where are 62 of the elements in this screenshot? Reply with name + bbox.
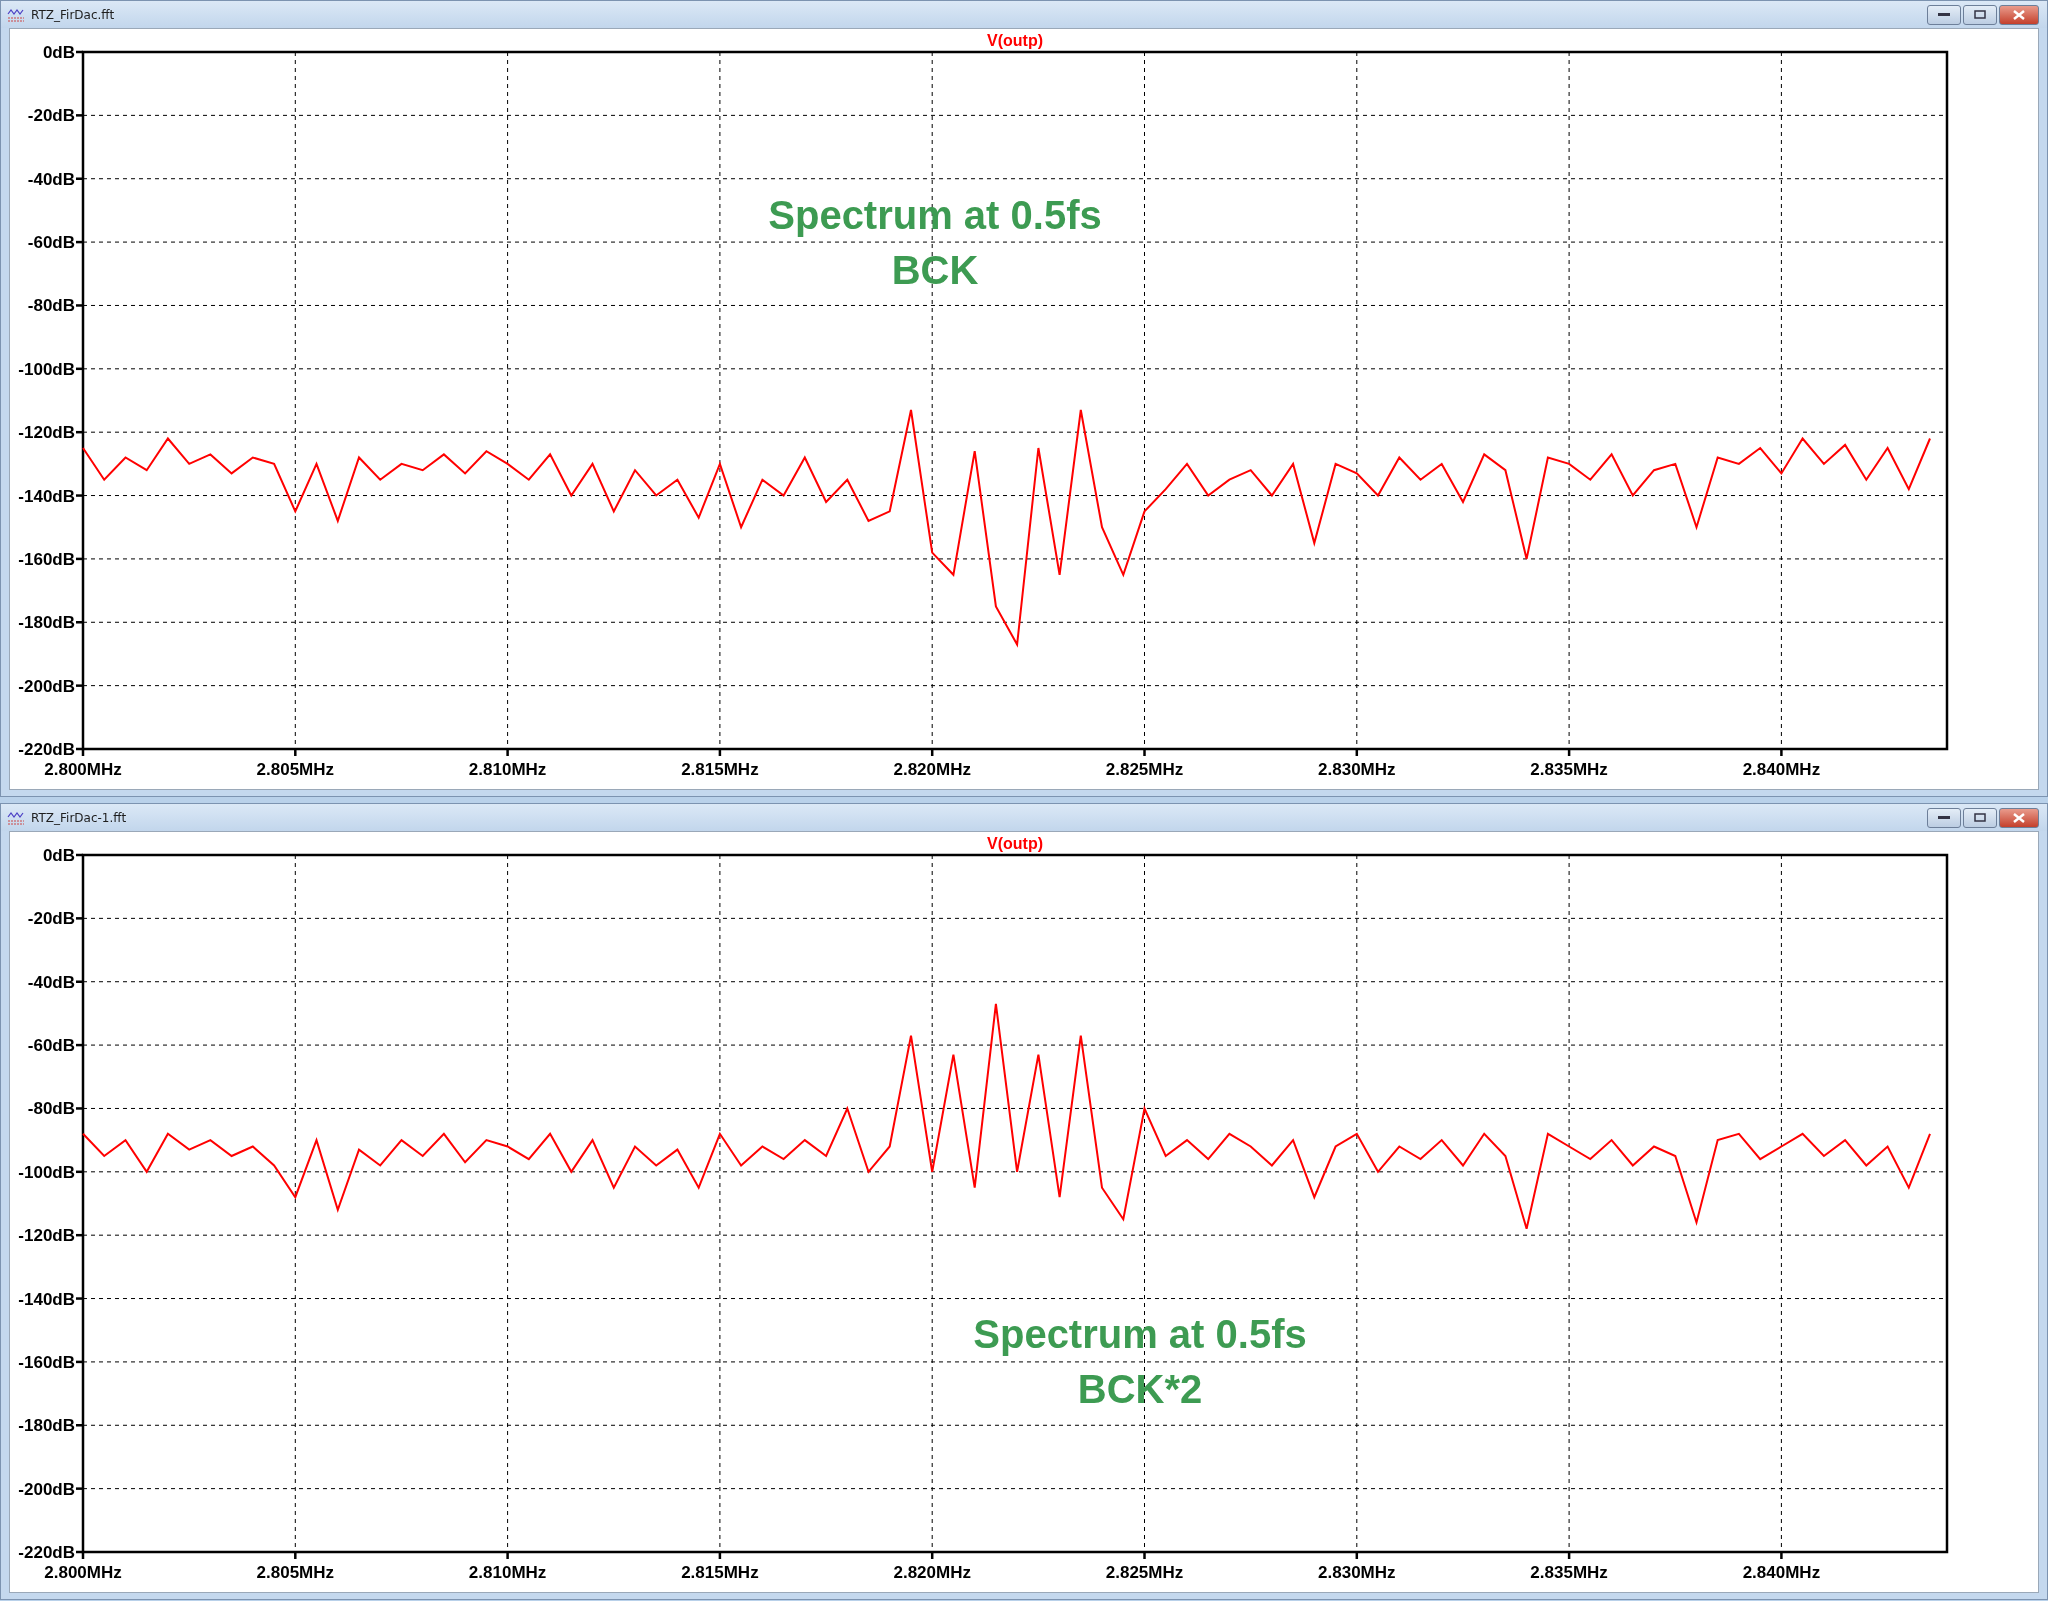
close-icon [2013,9,2025,20]
trace-label: V(outp) [987,835,1043,852]
axis-label: -220dB [18,1543,75,1562]
window-title: RTZ_FirDac.fft [31,7,116,22]
axis-label: -40dB [27,169,75,189]
axis-label: -180dB [18,1416,75,1436]
axis-label: -80dB [27,296,75,316]
maximize-icon [1974,813,1986,822]
axis-label: 2.830MHz [1318,760,1396,779]
axis-label: -60dB [27,1036,75,1056]
axis-label: -40dB [27,972,75,992]
axis-label: -140dB [18,1289,75,1309]
maximize-button[interactable] [1963,4,1997,25]
maximize-icon [1974,10,1986,19]
axis-label: 2.840MHz [1742,1563,1821,1582]
axis-label: 2.815MHz [681,760,759,779]
axis-label: 2.810MHz [468,760,547,779]
axis-label: -200dB [18,1479,75,1499]
axis-label: 2.835MHz [1530,1563,1608,1582]
minimize-button[interactable] [1927,4,1961,25]
axis-label: -220dB [18,740,75,759]
axis-label: -80dB [27,1099,75,1119]
axis-label: -120dB [18,423,75,443]
minimize-icon [1938,12,1950,17]
minimize-button[interactable] [1927,807,1961,828]
minimize-icon [1938,815,1950,820]
axis-label: -160dB [18,1352,75,1372]
annotation-text: BCK [891,248,979,292]
close-icon [2013,812,2025,823]
axis-label: -140dB [18,486,75,506]
axis-label: -120dB [18,1226,75,1246]
axis-label: 2.800MHz [44,1563,122,1582]
axis-label: 2.820MHz [893,1563,971,1582]
trace-label: V(outp) [987,32,1043,49]
close-button[interactable] [1999,4,2039,25]
axis-label: 2.800MHz [44,760,122,779]
close-button[interactable] [1999,807,2039,828]
axis-label: -20dB [27,106,75,126]
window-title: RTZ_FirDac-1.fft [31,810,128,825]
axis-label: 2.825MHz [1105,760,1184,779]
axis-label: 2.820MHz [893,760,971,779]
axis-label: 0dB [42,43,75,62]
axis-label: -20dB [27,909,75,929]
axis-label: -180dB [18,613,75,633]
axis-label: -160dB [18,549,75,569]
axis-label: 2.825MHz [1105,1563,1184,1582]
axis-label: 2.805MHz [256,1563,335,1582]
axis-label: 2.805MHz [256,760,335,779]
axis-label: 2.830MHz [1318,1563,1396,1582]
axis-label: 2.815MHz [681,1563,759,1582]
annotation-text: BCK*2 [1077,1367,1203,1411]
annotation-text: Spectrum at 0.5fs [768,193,1102,237]
axis-label: -200dB [18,676,75,696]
axis-label: 0dB [42,846,75,865]
axis-label: -100dB [18,359,75,379]
axis-label: 2.810MHz [468,1563,547,1582]
maximize-button[interactable] [1963,807,1997,828]
annotation-text: Spectrum at 0.5fs [973,1312,1307,1356]
axis-label: -100dB [18,1162,75,1182]
axis-label: 2.835MHz [1530,760,1608,779]
axis-label: -60dB [27,233,75,253]
axis-label: 2.840MHz [1742,760,1821,779]
